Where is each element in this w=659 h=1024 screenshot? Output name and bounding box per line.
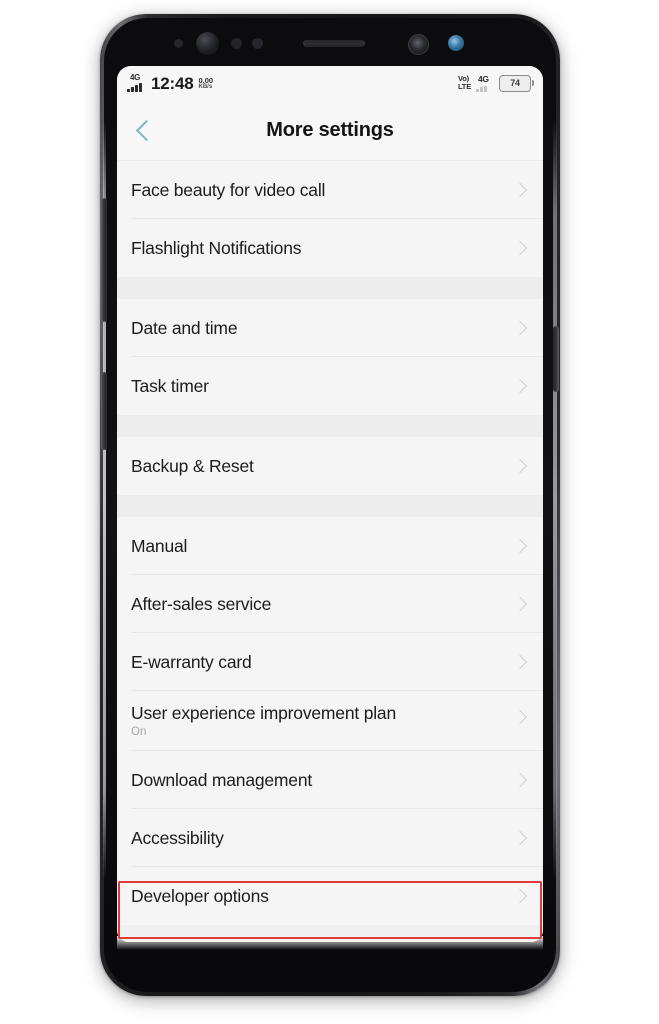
data-rate-unit: KB/s (198, 83, 213, 90)
volte-label-bottom: LTE (457, 82, 471, 91)
back-button[interactable] (117, 100, 171, 160)
volume-rocker-button[interactable] (101, 198, 107, 322)
status-bar: 4G 12:48 0.00 KB/s Vo) LTE 4G 74 (117, 66, 543, 100)
chevron-right-icon (512, 458, 528, 474)
settings-row-texts: Task timer (131, 375, 505, 397)
settings-row[interactable]: Task timer (117, 357, 543, 415)
signal-strength-icon: 4G (127, 72, 146, 93)
settings-row-label: Face beauty for video call (131, 180, 326, 200)
data-rate-indicator: 0.00 KB/s (198, 75, 214, 93)
settings-row-texts: After-sales service (131, 593, 505, 615)
iris-scanner-icon (408, 34, 429, 55)
chevron-right-icon (512, 709, 528, 725)
bezel-edge-right (553, 120, 557, 880)
settings-row[interactable]: Accessibility (117, 809, 543, 867)
front-camera-icon (196, 32, 219, 55)
settings-row[interactable]: User experience improvement plan On (117, 691, 543, 751)
earpiece-speaker-icon (303, 40, 365, 47)
settings-row-label: Flashlight Notifications (131, 238, 302, 258)
power-button[interactable] (553, 326, 559, 392)
settings-row-texts: Developer options (131, 885, 505, 907)
settings-row[interactable]: Backup & Reset (117, 437, 543, 495)
settings-row-label: Developer options (131, 886, 269, 906)
settings-row-texts: Backup & Reset (131, 455, 505, 477)
chevron-right-icon (512, 596, 528, 612)
signal-bars-icon (127, 82, 142, 92)
signal-network-label-right: 4G (478, 73, 489, 84)
battery-percent-label: 74 (510, 78, 520, 88)
group-separator (117, 415, 543, 437)
chevron-right-icon (512, 830, 528, 846)
settings-list[interactable]: Face beauty for video call Flashlight Not… (117, 161, 543, 942)
proximity-sensor-icon (174, 39, 183, 48)
status-bar-right: Vo) LTE 4G 74 (458, 73, 534, 92)
settings-row[interactable]: Manual (117, 517, 543, 575)
indicator-led-icon (448, 35, 464, 51)
sensor-cluster (104, 18, 556, 68)
settings-row-texts: Flashlight Notifications (131, 237, 505, 259)
settings-row[interactable]: Flashlight Notifications (117, 219, 543, 277)
chevron-right-icon (512, 378, 528, 394)
settings-row[interactable]: E-warranty card (117, 633, 543, 691)
settings-row[interactable]: Download management (117, 751, 543, 809)
chevron-right-icon (512, 320, 528, 336)
settings-row-texts: E-warranty card (131, 651, 505, 673)
settings-row-texts: Download management (131, 769, 505, 791)
settings-row-texts: Accessibility (131, 827, 505, 849)
settings-row[interactable]: After-sales service (117, 575, 543, 633)
settings-group: Face beauty for video call Flashlight Not… (117, 161, 543, 277)
chevron-right-icon (512, 772, 528, 788)
settings-group: Manual After-sales service E-warranty card… (117, 517, 543, 925)
volte-icon: Vo) LTE (458, 75, 471, 91)
page-title: More settings (266, 118, 394, 141)
settings-row[interactable]: Date and time (117, 299, 543, 357)
chevron-right-icon (512, 182, 528, 198)
chevron-right-icon (512, 654, 528, 670)
app-bar: More settings (117, 100, 543, 161)
status-bar-left: 4G 12:48 0.00 KB/s (127, 72, 214, 93)
settings-row-label: Accessibility (131, 828, 224, 848)
chevron-right-icon (512, 538, 528, 554)
settings-row[interactable]: Face beauty for video call (117, 161, 543, 219)
chevron-right-icon (512, 888, 528, 904)
chevron-right-icon (512, 240, 528, 256)
battery-icon: 74 (499, 74, 534, 92)
settings-group: Backup & Reset (117, 437, 543, 495)
group-separator (117, 495, 543, 517)
back-chevron-icon (135, 119, 157, 141)
signal-bars-secondary-icon (476, 85, 487, 92)
settings-group: Date and time Task timer (117, 299, 543, 415)
group-separator (117, 277, 543, 299)
phone-screen: 4G 12:48 0.00 KB/s Vo) LTE 4G 74 More se… (117, 66, 543, 942)
settings-row-texts: Manual (131, 535, 505, 557)
settings-row-label: Task timer (131, 376, 209, 396)
signal-strength-secondary-icon: 4G (476, 73, 494, 92)
settings-row-label: Manual (131, 536, 188, 556)
settings-row-label: User experience improvement plan (131, 703, 396, 723)
signal-network-label: 4G (130, 72, 141, 82)
settings-row-texts: User experience improvement plan On (131, 702, 505, 740)
screenshot-stage: 4G 12:48 0.00 KB/s Vo) LTE 4G 74 More se… (0, 0, 659, 1024)
settings-row-label: After-sales service (131, 594, 272, 614)
settings-row-texts: Face beauty for video call (131, 179, 505, 201)
settings-row[interactable]: Developer options (117, 867, 543, 925)
sensor-dot-icon (231, 38, 242, 49)
status-bar-clock: 12:48 (151, 73, 194, 93)
data-rate-value: 0.00 (198, 75, 214, 85)
settings-row-label: E-warranty card (131, 652, 252, 672)
settings-row-texts: Date and time (131, 317, 505, 339)
settings-row-label: Download management (131, 770, 313, 790)
settings-row-value: On (131, 726, 147, 738)
settings-row-label: Date and time (131, 318, 238, 338)
sensor-dot-icon (252, 38, 263, 49)
settings-row-label: Backup & Reset (131, 456, 254, 476)
assistant-button[interactable] (101, 372, 107, 450)
